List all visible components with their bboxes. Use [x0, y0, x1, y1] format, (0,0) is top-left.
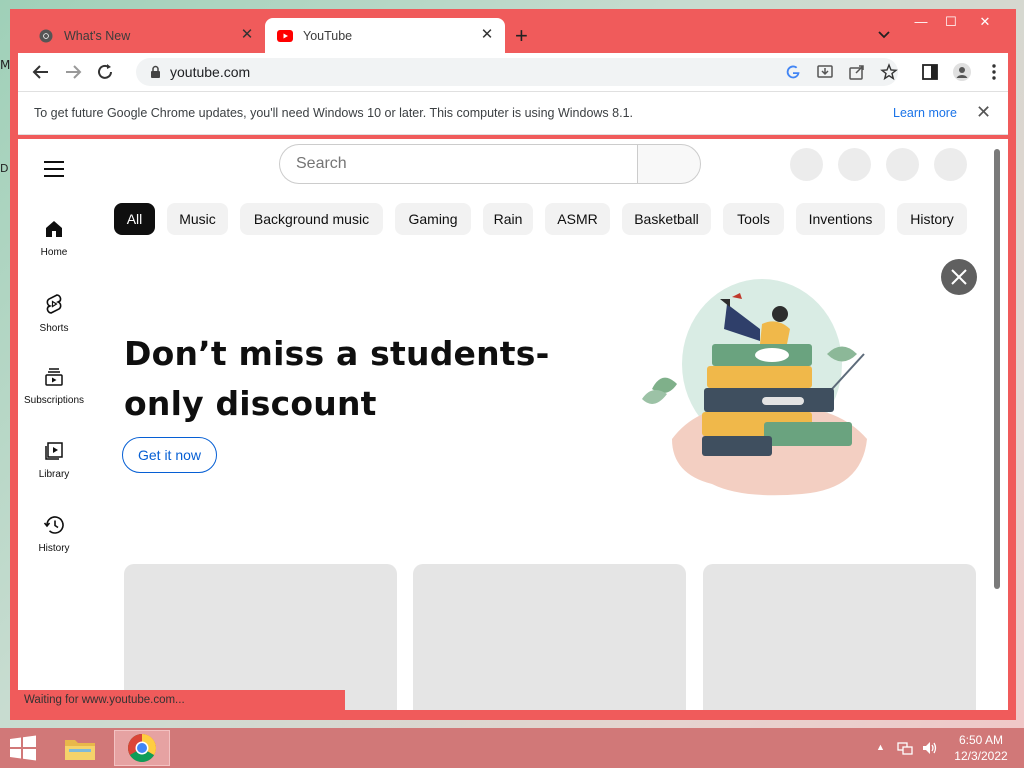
share-icon[interactable]	[848, 63, 866, 81]
sidebar-item-label: Home	[40, 247, 68, 258]
create-placeholder[interactable]	[838, 148, 871, 181]
chrome-icon	[38, 28, 54, 44]
library-icon	[45, 442, 63, 460]
desktop-icon[interactable]: M	[0, 58, 10, 76]
tab-youtube[interactable]: YouTube ✕	[265, 18, 505, 53]
browser-window: What's New ✕ YouTube ✕ + — ☐ ✕ youtube.c…	[10, 9, 1016, 720]
minimize-button[interactable]: —	[905, 12, 937, 32]
network-icon[interactable]	[897, 740, 913, 759]
address-bar[interactable]: youtube.com	[136, 58, 898, 86]
voice-search-placeholder[interactable]	[790, 148, 823, 181]
windows-logo-icon	[10, 735, 36, 761]
get-it-now-button[interactable]: Get it now	[122, 437, 217, 473]
promo-close-button[interactable]	[941, 259, 977, 295]
tab-title: YouTube	[303, 28, 353, 43]
infobar-message: To get future Google Chrome updates, you…	[34, 106, 633, 120]
url-text[interactable]: youtube.com	[170, 64, 250, 80]
infobar-close-button[interactable]: ✕	[976, 102, 991, 123]
google-icon[interactable]	[784, 63, 802, 81]
chip-basketball[interactable]: Basketball	[622, 203, 711, 235]
reload-icon[interactable]	[94, 61, 116, 83]
tab-close-button[interactable]: ✕	[239, 27, 255, 43]
forward-arrow-icon[interactable]	[62, 61, 84, 83]
lock-icon[interactable]	[150, 65, 161, 79]
side-panel-icon[interactable]	[920, 62, 940, 82]
chip-history[interactable]: History	[897, 203, 967, 235]
update-infobar: To get future Google Chrome updates, you…	[18, 91, 1008, 135]
system-clock[interactable]: 6:50 AM 12/3/2022	[946, 732, 1016, 764]
sidebar-item-history[interactable]: History	[18, 515, 90, 554]
clock-date: 12/3/2022	[954, 749, 1008, 763]
chrome-icon	[128, 734, 156, 762]
sidebar-item-label: Shorts	[39, 323, 69, 334]
chip-inventions[interactable]: Inventions	[796, 203, 885, 235]
chip-gaming[interactable]: Gaming	[395, 203, 471, 235]
promo-title: Don’t miss a students-only discount	[124, 334, 550, 423]
shorts-icon	[46, 294, 62, 314]
title-bar: What's New ✕ YouTube ✕ + — ☐ ✕	[10, 9, 1016, 53]
sidebar-item-label: Subscriptions	[23, 395, 85, 406]
notifications-placeholder[interactable]	[886, 148, 919, 181]
bookmark-star-icon[interactable]	[880, 63, 898, 81]
sidebar-item-home[interactable]: Home	[18, 219, 90, 258]
close-window-button[interactable]: ✕	[969, 12, 1001, 32]
chip-all[interactable]: All	[114, 203, 155, 235]
home-icon	[46, 221, 62, 237]
video-card-placeholder[interactable]	[703, 564, 976, 710]
install-app-icon[interactable]	[816, 63, 834, 81]
tab-search-chevron-icon[interactable]	[876, 26, 892, 42]
sidebar-item-shorts[interactable]: Shorts	[18, 293, 90, 334]
more-menu-icon[interactable]	[984, 62, 1004, 82]
sidebar-item-label: Library	[38, 469, 70, 480]
vertical-scrollbar[interactable]	[994, 149, 1000, 589]
history-icon	[43, 516, 64, 534]
account-placeholder[interactable]	[934, 148, 967, 181]
video-card-placeholder[interactable]	[413, 564, 686, 710]
profile-avatar-icon[interactable]	[952, 62, 972, 82]
back-arrow-icon[interactable]	[30, 61, 52, 83]
taskbar: ▲ 6:50 AM 12/3/2022	[0, 728, 1024, 768]
youtube-page: Home Shorts Subscriptions Library Histor…	[18, 139, 1008, 710]
video-card-placeholder[interactable]	[124, 564, 397, 710]
file-explorer-taskbar-button[interactable]	[52, 730, 108, 766]
maximize-button[interactable]: ☐	[935, 12, 967, 32]
tab-close-button[interactable]: ✕	[479, 27, 495, 43]
search-input[interactable]	[296, 155, 616, 173]
browser-toolbar: youtube.com	[18, 53, 1008, 91]
subscriptions-icon	[45, 368, 63, 386]
chip-rain[interactable]: Rain	[483, 203, 533, 235]
show-hidden-icons-arrow[interactable]: ▲	[876, 742, 885, 752]
chip-tools[interactable]: Tools	[723, 203, 784, 235]
tab-title: What's New	[64, 28, 131, 43]
clock-time: 6:50 AM	[958, 733, 1004, 747]
chip-background-music[interactable]: Background music	[240, 203, 383, 235]
sidebar-item-library[interactable]: Library	[18, 441, 90, 480]
sidebar-item-subscriptions[interactable]: Subscriptions	[18, 367, 90, 406]
status-bubble: Waiting for www.youtube.com...	[18, 690, 345, 710]
students-books-illustration	[642, 279, 867, 496]
hamburger-menu-icon[interactable]	[44, 161, 64, 177]
chip-asmr[interactable]: ASMR	[545, 203, 610, 235]
folder-icon	[65, 740, 95, 760]
tab-whats-new[interactable]: What's New ✕	[20, 18, 265, 53]
chip-music[interactable]: Music	[167, 203, 228, 235]
search-button[interactable]	[637, 144, 701, 184]
chrome-taskbar-button[interactable]	[114, 730, 170, 766]
sidebar-item-label: History	[38, 543, 70, 554]
volume-icon[interactable]	[921, 740, 939, 759]
learn-more-link[interactable]: Learn more	[893, 106, 957, 120]
new-tab-button[interactable]: +	[515, 25, 528, 47]
youtube-icon	[277, 28, 293, 44]
search-box[interactable]	[279, 144, 637, 184]
desktop-icon[interactable]: D	[0, 162, 8, 175]
start-button[interactable]	[8, 735, 38, 761]
chip-scroll-fade	[978, 201, 1008, 237]
